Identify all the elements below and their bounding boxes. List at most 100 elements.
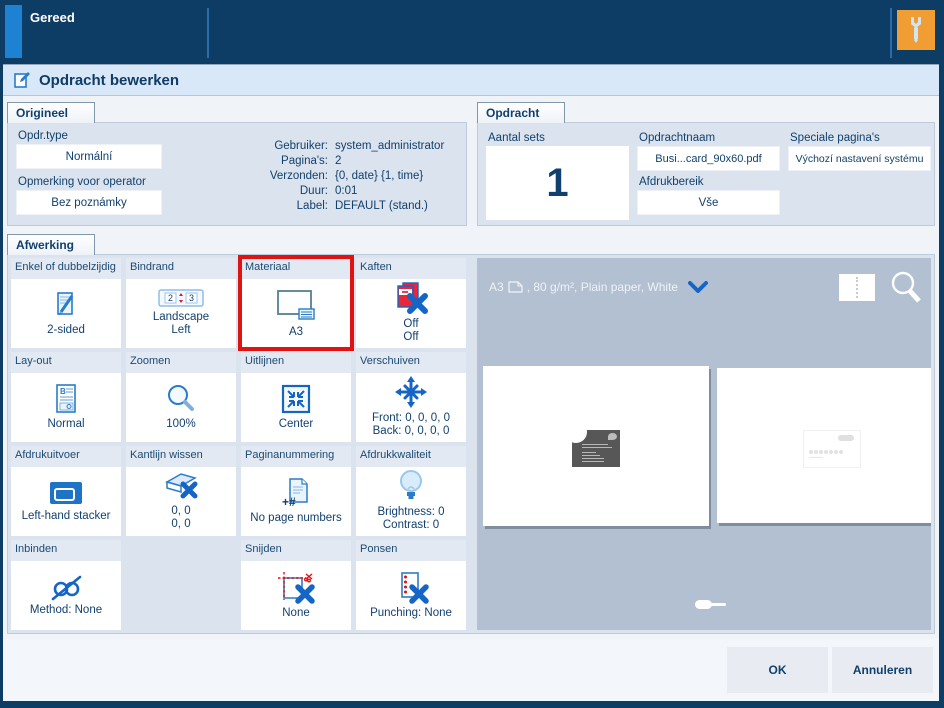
card-text-line (582, 447, 612, 448)
card-text-line (582, 461, 604, 462)
special-pages-label: Speciale pagina's (790, 132, 880, 144)
job-type-label: Opdr.type (18, 130, 68, 142)
job-type-button[interactable]: Normální (16, 144, 162, 169)
job-info-block: Gebruiker: system_administrator Pagina's:… (218, 139, 458, 214)
status-text: Gereed (30, 10, 75, 25)
tile-zoomen[interactable]: Zoomen 100% (126, 352, 236, 442)
edit-document-icon (13, 71, 31, 89)
tile-materiaal[interactable]: Materiaal A3 (238, 255, 354, 351)
ok-button[interactable]: OK (727, 647, 828, 693)
dialog-footer: OK Annuleren (3, 639, 939, 701)
tile-kaften[interactable]: Kaften Off Off (356, 258, 466, 348)
zoom-preview-icon[interactable] (889, 270, 921, 304)
tile-paginanummering[interactable]: Paginanummering +# No page numbers (241, 446, 351, 536)
tab-afwerking[interactable]: Afwerking (7, 234, 95, 255)
preview-pane: A3 , 80 g/m², Plain paper, White (477, 258, 931, 630)
business-card-back (803, 430, 861, 468)
tab-origineel[interactable]: Origineel (7, 102, 95, 123)
svg-text:+#: +# (282, 495, 296, 509)
topbar-divider (890, 8, 892, 58)
preview-page-back[interactable] (717, 368, 931, 523)
trim-cross-icon (276, 570, 316, 604)
operator-note-button[interactable]: Bez poznámky (16, 190, 162, 215)
topbar-divider (207, 8, 209, 58)
info-row-pages: Pagina's: 2 (281, 155, 342, 167)
tile-kantlijn-wissen[interactable]: Kantlijn wissen 0, 0 0, 0 (126, 446, 236, 536)
layout-page-icon: B (52, 383, 80, 415)
tile-bindrand[interactable]: Bindrand 2 3 Landscape Left (126, 258, 236, 348)
status-bar: Gereed (0, 0, 944, 62)
print-range-button[interactable]: Vše (637, 190, 780, 215)
job-name-label: Opdrachtnaam (639, 132, 716, 144)
job-name-button[interactable]: Busi...card_90x60.pdf (637, 146, 780, 171)
page-title: Opdracht bewerken (39, 71, 180, 89)
binding-rings-icon (48, 573, 84, 601)
tile-afdrukuitvoer[interactable]: Afdrukuitvoer Left-hand stacker (11, 446, 121, 536)
bulb-icon (397, 469, 425, 503)
card-swoosh (572, 430, 587, 443)
card-logo (608, 433, 617, 440)
tile-snijden[interactable]: Snijden None (241, 540, 351, 630)
tile-afdrukkwaliteit[interactable]: Afdrukkwaliteit Brightness: 0 Contrast: … (356, 446, 466, 536)
card-text-line (582, 458, 604, 459)
card-logo-back (838, 435, 854, 441)
operator-note-label: Opmerking voor operator (18, 176, 146, 188)
booklet-view-icon[interactable] (839, 273, 875, 301)
svg-text:3: 3 (189, 293, 194, 303)
tile-ponsen[interactable]: Ponsen Punching: None (356, 540, 466, 630)
info-row-duration: Duur: 0:01 (299, 185, 358, 197)
sets-count-value: 1 (546, 160, 569, 205)
preview-zoom-slider[interactable] (695, 600, 726, 609)
info-row-label: Label: DEFAULT (stand.) (296, 200, 428, 212)
sets-label: Aantal sets (488, 132, 545, 144)
tile-duplex[interactable]: Enkel of dubbelzijdig 2-sided (11, 258, 121, 348)
svg-text:2: 2 (168, 293, 173, 303)
info-row-user: Gebruiker: system_administrator (274, 140, 445, 152)
section-opdracht: Opdracht Aantal sets 1 Opdrachtnaam Busi… (477, 102, 935, 226)
application-window: Gereed Opdracht bewerken Origineel Opdr.… (0, 0, 944, 708)
tile-layout[interactable]: Lay-out B Normal (11, 352, 121, 442)
chevron-down-icon (688, 281, 709, 293)
stacker-tray-icon (48, 479, 84, 507)
sheet-icon (508, 281, 523, 293)
tab-opdracht[interactable]: Opdracht (477, 102, 565, 123)
svg-text:B: B (60, 387, 66, 396)
card-text-line (582, 455, 600, 456)
tile-uitlijnen[interactable]: Uitlijnen Center (241, 352, 351, 442)
preview-page-front[interactable] (483, 366, 709, 526)
business-card-front (572, 430, 620, 467)
section-origineel: Origineel Opdr.type Normální Opmerking v… (7, 102, 467, 226)
status-accent-bar (5, 5, 22, 58)
card-text-line (582, 444, 608, 445)
media-summary-dropdown[interactable]: A3 , 80 g/m², Plain paper, White (489, 280, 709, 294)
page-number-icon: +# (280, 477, 312, 509)
special-pages-button[interactable]: Výchozí nastavení systému (788, 146, 931, 171)
wrench-icon (903, 15, 929, 45)
media-sheet-icon (273, 287, 319, 323)
magnifier-icon (165, 383, 197, 415)
section-afwerking: Afwerking Enkel of dubbelzijdig 2-sided … (7, 234, 935, 634)
tile-verschuiven[interactable]: Verschuiven Front: 0, 0, 0, 0 Back: 0, 0… (356, 352, 466, 442)
duplex-page-icon (51, 289, 81, 321)
card-dots (809, 450, 843, 454)
info-row-sent: Verzonden: {0, date} {1, time} (269, 170, 424, 182)
binding-edge-icon: 2 3 (158, 288, 204, 308)
align-center-icon (280, 383, 312, 415)
eraser-cross-icon (161, 470, 201, 502)
card-text-line (582, 452, 596, 453)
slider-track (710, 603, 726, 606)
media-size-text: A3 (489, 280, 504, 294)
settings-button[interactable] (897, 10, 935, 50)
card-text-line (809, 457, 823, 458)
covers-off-icon (393, 281, 429, 315)
cancel-button[interactable]: Annuleren (832, 647, 933, 693)
dialog-titlebar: Opdracht bewerken (3, 65, 939, 96)
tile-inbinden[interactable]: Inbinden Method: None (11, 540, 121, 630)
print-range-label: Afdrukbereik (639, 176, 704, 188)
sets-count-button[interactable]: 1 (486, 146, 629, 220)
finishing-tiles-grid: Enkel of dubbelzijdig 2-sided Bindrand 2… (11, 255, 471, 630)
edit-job-dialog: Opdracht bewerken Origineel Opdr.type No… (3, 64, 939, 701)
punch-cross-icon (393, 570, 429, 604)
move-arrows-icon (394, 375, 428, 409)
media-details-text: , 80 g/m², Plain paper, White (526, 280, 679, 294)
